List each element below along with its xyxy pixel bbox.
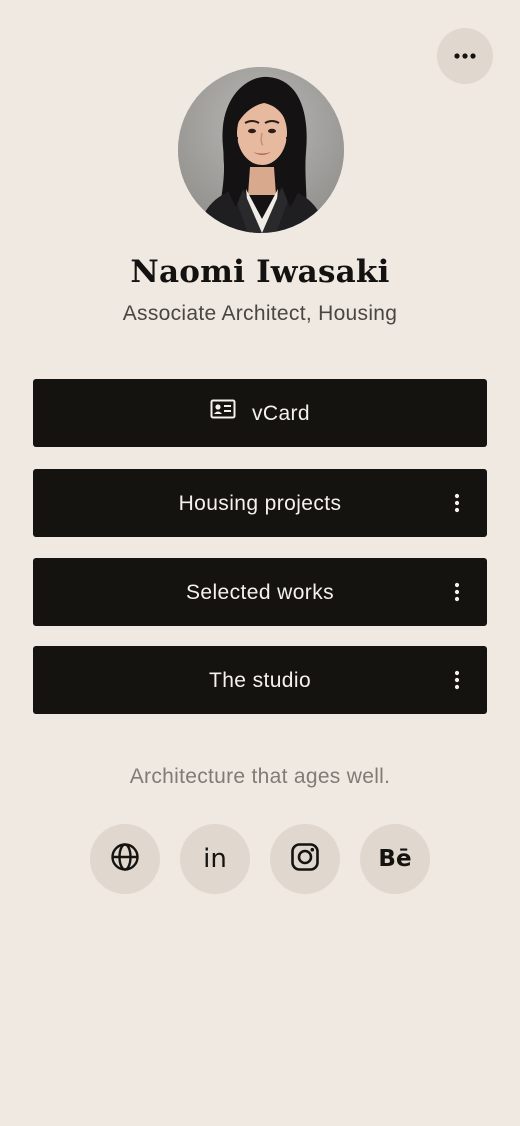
avatar (178, 67, 344, 233)
link-housing-projects[interactable]: Housing projects (33, 469, 487, 537)
linkedin-icon: in (203, 844, 227, 874)
link-the-studio[interactable]: The studio (33, 646, 487, 714)
more-vertical-icon[interactable] (449, 488, 465, 518)
globe-icon (110, 842, 140, 877)
website-link[interactable] (90, 824, 160, 894)
more-horizontal-icon (454, 53, 476, 59)
linkedin-link[interactable]: in (180, 824, 250, 894)
instagram-link[interactable] (270, 824, 340, 894)
more-vertical-icon[interactable] (449, 665, 465, 695)
behance-icon: Bē (378, 846, 412, 872)
vcard-button[interactable]: vCard (33, 379, 487, 447)
more-menu-button[interactable] (437, 28, 493, 84)
link-label: The studio (208, 668, 312, 692)
more-vertical-icon[interactable] (449, 577, 465, 607)
id-card-icon (210, 399, 236, 425)
profile-name: Naomi Iwasaki (130, 254, 390, 290)
instagram-icon (290, 842, 320, 877)
link-label: Housing projects (178, 491, 342, 515)
tagline: Architecture that ages well. (129, 765, 391, 788)
behance-link[interactable]: Bē (360, 824, 430, 894)
profile-role: Associate Architect, Housing (122, 302, 398, 325)
link-label: Selected works (186, 580, 334, 604)
vcard-label: vCard (251, 401, 311, 425)
link-selected-works[interactable]: Selected works (33, 558, 487, 626)
